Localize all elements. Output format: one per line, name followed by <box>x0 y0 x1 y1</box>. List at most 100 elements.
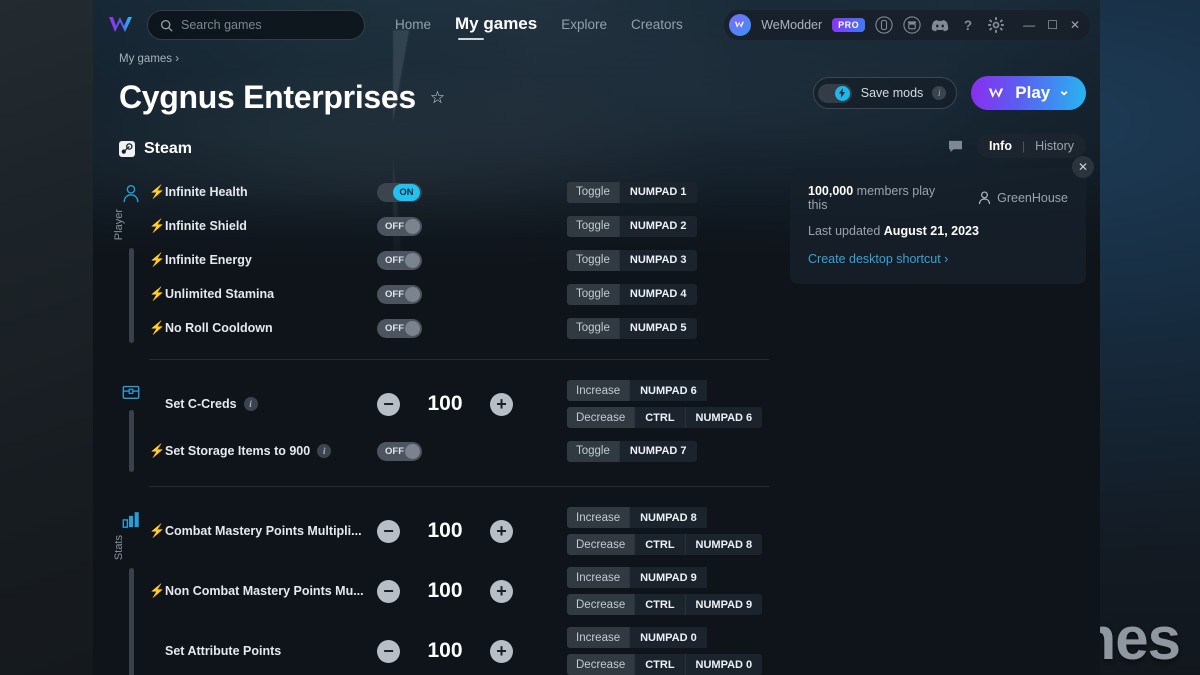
hotkey-bind[interactable]: Toggle NUMPAD 4 <box>567 283 697 305</box>
bolt-icon: ⚡ <box>149 184 166 199</box>
save-mods-button[interactable]: Save mods i <box>812 77 958 109</box>
cheat-toggle[interactable]: OFF <box>377 318 422 338</box>
bind-key[interactable]: NUMPAD 1 <box>618 181 697 203</box>
section-scroll-indicator[interactable] <box>128 410 134 472</box>
maximize-button[interactable]: ☐ <box>1047 19 1058 31</box>
nav-item-my-games[interactable]: My games <box>455 14 537 40</box>
gear-icon[interactable] <box>987 16 1005 34</box>
cheat-info-icon[interactable]: i <box>317 444 332 458</box>
cheat-toggle[interactable]: ON <box>377 182 422 202</box>
nav-item-home[interactable]: Home <box>395 17 431 34</box>
decrement-button[interactable]: − <box>377 579 400 603</box>
bind-key[interactable]: NUMPAD 3 <box>618 249 697 271</box>
nav-item-explore[interactable]: Explore <box>561 17 607 34</box>
hotkey-bind[interactable]: Increase NUMPAD 6 <box>567 380 762 401</box>
bind-action-label[interactable]: Toggle <box>567 181 619 203</box>
increment-button[interactable]: + <box>490 519 513 543</box>
bind-action-label[interactable]: Increase <box>567 380 630 401</box>
bind-action-label[interactable]: Toggle <box>567 440 619 462</box>
section-scroll-indicator[interactable] <box>128 568 134 675</box>
bolt-icon: ⚡ <box>149 218 166 233</box>
decrement-button[interactable]: − <box>377 392 400 416</box>
hotkey-bind[interactable]: Increase NUMPAD 0 <box>567 627 762 648</box>
chevron-down-icon[interactable]: ⌄ <box>1058 82 1070 99</box>
bind-action-label[interactable]: Toggle <box>567 249 619 271</box>
wemodder-logo-icon[interactable] <box>107 13 137 37</box>
play-button[interactable]: Play ⌄ <box>971 76 1086 110</box>
stepper-value: 100 <box>427 519 463 542</box>
bind-action-label[interactable]: Decrease <box>567 654 635 675</box>
cheat-label: ⚡ Infinite Health <box>149 184 377 200</box>
bind-action-label[interactable]: Decrease <box>567 407 635 428</box>
bind-action-label[interactable]: Toggle <box>567 317 619 339</box>
archive-box-icon[interactable] <box>903 16 921 34</box>
hotkey-bind[interactable]: Decrease CTRL NUMPAD 8 <box>567 534 763 555</box>
save-mods-info-icon[interactable]: i <box>932 86 947 100</box>
hotkey-bind[interactable]: Toggle NUMPAD 3 <box>567 249 697 271</box>
bind-key[interactable]: CTRL <box>634 654 685 675</box>
close-button[interactable]: ✕ <box>1070 19 1080 31</box>
bind-key[interactable]: NUMPAD 7 <box>618 440 697 462</box>
bind-key[interactable]: CTRL <box>634 407 685 428</box>
close-icon[interactable]: ✕ <box>1072 156 1094 178</box>
minimize-button[interactable]: — <box>1023 19 1035 31</box>
bind-key[interactable]: NUMPAD 4 <box>618 283 697 305</box>
cheat-toggle[interactable]: OFF <box>377 441 422 461</box>
bind-key[interactable]: NUMPAD 9 <box>684 594 763 615</box>
hotkey-bind[interactable]: Increase NUMPAD 8 <box>567 507 762 528</box>
bind-key[interactable]: CTRL <box>634 534 685 555</box>
tab-info[interactable]: Info <box>989 139 1012 153</box>
author-row[interactable]: GreenHouse <box>978 191 1068 205</box>
breadcrumb[interactable]: My games › <box>119 53 1086 65</box>
bind-key[interactable]: CTRL <box>634 594 685 615</box>
hotkey-bind[interactable]: Decrease CTRL NUMPAD 0 <box>567 654 763 675</box>
bind-key[interactable]: NUMPAD 9 <box>629 567 707 588</box>
bind-action-label[interactable]: Increase <box>567 627 630 648</box>
increment-button[interactable]: + <box>490 579 513 603</box>
mobile-remote-icon[interactable] <box>875 16 893 34</box>
bind-key[interactable]: NUMPAD 6 <box>684 407 763 428</box>
nav-item-creators[interactable]: Creators <box>631 17 683 34</box>
help-icon[interactable]: ? <box>959 16 977 34</box>
create-desktop-shortcut-link[interactable]: Create desktop shortcut › <box>808 252 1068 266</box>
cheat-info-icon[interactable]: i <box>243 397 258 411</box>
hotkey-bind[interactable]: Decrease CTRL NUMPAD 6 <box>567 407 763 428</box>
hotkey-bind[interactable]: Toggle NUMPAD 2 <box>567 215 697 237</box>
hotkey-bind[interactable]: Toggle NUMPAD 1 <box>567 181 697 203</box>
cheat-toggle[interactable]: OFF <box>377 250 422 270</box>
bind-key[interactable]: NUMPAD 6 <box>629 380 707 401</box>
bind-action-label[interactable]: Toggle <box>567 283 619 305</box>
cheat-toggle[interactable]: OFF <box>377 284 422 304</box>
bind-action-label[interactable]: Increase <box>567 507 630 528</box>
star-icon[interactable]: ☆ <box>430 88 445 108</box>
bind-key[interactable]: NUMPAD 5 <box>618 317 697 339</box>
decrement-button[interactable]: − <box>377 519 400 543</box>
save-mods-toggle[interactable] <box>817 83 852 103</box>
increment-button[interactable]: + <box>490 639 513 663</box>
search-box[interactable] <box>147 10 365 40</box>
hotkey-bind[interactable]: Decrease CTRL NUMPAD 9 <box>567 594 763 615</box>
hotkey-bind[interactable]: Toggle NUMPAD 5 <box>567 317 697 339</box>
bind-key[interactable]: NUMPAD 0 <box>684 654 763 675</box>
bind-key[interactable]: NUMPAD 8 <box>684 534 763 555</box>
discord-icon[interactable] <box>931 16 949 34</box>
bind-key[interactable]: NUMPAD 2 <box>618 215 697 237</box>
cheat-toggle[interactable]: OFF <box>377 216 422 236</box>
avatar[interactable] <box>729 14 752 36</box>
decrement-button[interactable]: − <box>377 639 400 663</box>
section-scroll-indicator[interactable] <box>128 248 134 344</box>
bind-action-label[interactable]: Toggle <box>567 215 619 237</box>
bind-key[interactable]: NUMPAD 0 <box>629 627 707 648</box>
bind-action-label[interactable]: Decrease <box>567 534 635 555</box>
bind-key[interactable]: NUMPAD 8 <box>629 507 707 528</box>
user-bar: WeModder PRO ? — ☐ ✕ <box>724 10 1090 40</box>
bind-action-label[interactable]: Decrease <box>567 594 635 615</box>
bind-action-label[interactable]: Increase <box>567 567 630 588</box>
hotkey-bind[interactable]: Toggle NUMPAD 7 <box>567 440 697 462</box>
section-divider <box>149 359 769 360</box>
tab-history[interactable]: History <box>1035 139 1074 153</box>
chat-icon[interactable] <box>948 140 963 153</box>
increment-button[interactable]: + <box>490 392 513 416</box>
search-input[interactable] <box>181 18 352 32</box>
hotkey-bind[interactable]: Increase NUMPAD 9 <box>567 567 762 588</box>
